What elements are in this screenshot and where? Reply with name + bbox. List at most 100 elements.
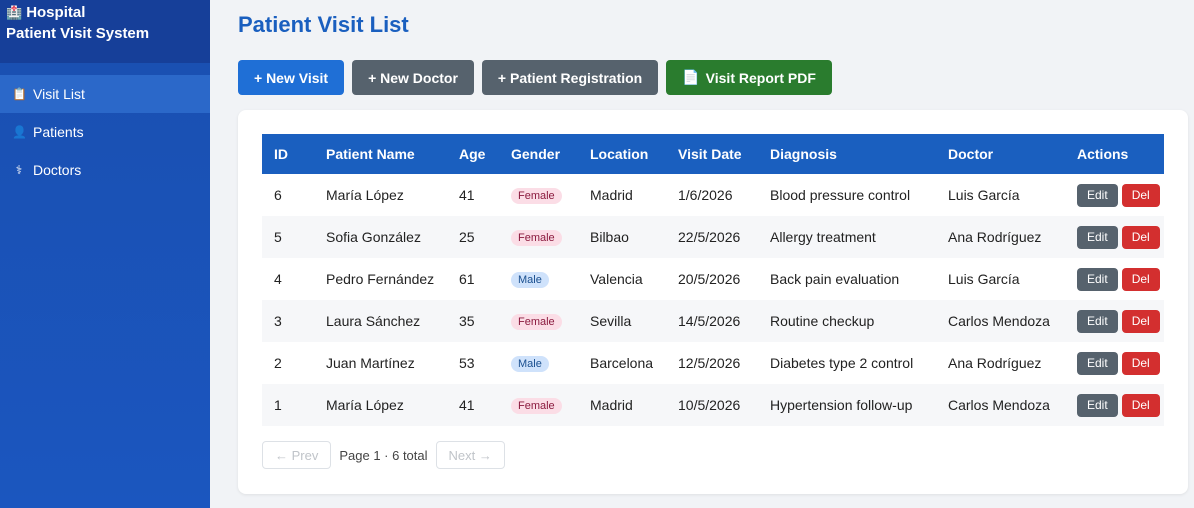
column-header-visit-date: Visit Date (678, 146, 742, 162)
clipboard-icon: 📋 (12, 87, 27, 101)
next-page-button[interactable]: Next → (435, 441, 505, 469)
cell-age: 41 (459, 187, 475, 203)
delete-button[interactable]: Del (1121, 309, 1160, 333)
visit-report-label: Visit Report PDF (705, 69, 816, 86)
cell-gender: Female (499, 384, 578, 426)
table-row: 6 María López 41 Female Madrid 1/6/2026 … (262, 174, 1164, 216)
prev-page-button[interactable]: ← Prev (262, 441, 332, 469)
column-header-diagnosis: Diagnosis (770, 146, 837, 162)
new-doctor-button[interactable]: + New Doctor (352, 60, 474, 95)
gender-badge: Female (511, 398, 562, 414)
cell-gender: Male (499, 258, 578, 300)
column-header-id: ID (274, 146, 288, 162)
sidebar-nav: 📋 Visit List 👤 Patients ⚕ Doctors (0, 75, 210, 189)
gender-badge: Male (511, 356, 549, 372)
cell-diagnosis: Back pain evaluation (770, 271, 900, 287)
cell-actions: Edit Del (1065, 174, 1164, 216)
edit-button[interactable]: Edit (1077, 393, 1118, 417)
cell-actions: Edit Del (1065, 384, 1164, 426)
gender-badge: Female (511, 230, 562, 246)
cell-visit-date: 12/5/2026 (678, 355, 741, 371)
cell-doctor: Luis García (948, 187, 1020, 203)
edit-button[interactable]: Edit (1077, 183, 1118, 207)
cell-id: 5 (274, 229, 282, 245)
sidebar-item-label: Doctors (33, 162, 82, 178)
cell-gender: Female (499, 216, 578, 258)
cell-actions: Edit Del (1065, 216, 1164, 258)
cell-diagnosis: Allergy treatment (770, 229, 876, 245)
cell-patient-name: María López (326, 187, 404, 203)
cell-age: 25 (459, 229, 475, 245)
person-icon: 👤 (12, 125, 27, 139)
cell-age: 53 (459, 355, 475, 371)
patient-registration-button[interactable]: + Patient Registration (481, 60, 659, 95)
cell-patient-name: Sofia González (326, 229, 421, 245)
hospital-icon: 🏥 (6, 5, 23, 20)
sidebar-item-patients[interactable]: 👤 Patients (0, 113, 210, 151)
column-header-age: Age (459, 146, 486, 162)
cell-age: 41 (459, 397, 475, 413)
cell-patient-name: Pedro Fernández (326, 271, 435, 287)
visit-report-pdf-button[interactable]: 📄 Visit Report PDF (666, 60, 832, 95)
doctor-icon: ⚕ (15, 163, 23, 177)
column-header-gender: Gender (511, 146, 561, 162)
brand: 🏥 Hospital Patient Visit System (0, 0, 210, 63)
cell-visit-date: 14/5/2026 (678, 313, 741, 329)
cell-location: Bilbao (590, 229, 629, 245)
cell-doctor: Carlos Mendoza (948, 397, 1050, 413)
cell-id: 3 (274, 313, 282, 329)
visit-table-card: ID Patient Name Age Gender Location Visi… (238, 110, 1188, 494)
cell-location: Madrid (590, 187, 633, 203)
cell-location: Sevilla (590, 313, 632, 329)
cell-doctor: Ana Rodríguez (948, 229, 1042, 245)
edit-button[interactable]: Edit (1077, 267, 1118, 291)
cell-diagnosis: Diabetes type 2 control (770, 355, 914, 371)
cell-patient-name: Laura Sánchez (326, 313, 421, 329)
cell-patient-name: María López (326, 397, 404, 413)
column-header-patient-name: Patient Name (326, 146, 415, 162)
delete-button[interactable]: Del (1121, 351, 1160, 375)
cell-id: 2 (274, 355, 282, 371)
cell-id: 1 (274, 397, 282, 413)
delete-button[interactable]: Del (1121, 183, 1160, 207)
visit-table: ID Patient Name Age Gender Location Visi… (262, 134, 1164, 426)
table-row: 1 María López 41 Female Madrid 10/5/2026… (262, 384, 1164, 426)
gender-badge: Male (511, 272, 549, 288)
cell-doctor: Luis García (948, 271, 1020, 287)
main-content: Patient Visit List + New Visit + New Doc… (210, 0, 1194, 508)
cell-location: Barcelona (590, 355, 654, 371)
cell-location: Madrid (590, 397, 633, 413)
column-header-doctor: Doctor (948, 146, 994, 162)
delete-button[interactable]: Del (1121, 267, 1160, 291)
cell-visit-date: 10/5/2026 (678, 397, 741, 413)
cell-gender: Female (499, 300, 578, 342)
edit-button[interactable]: Edit (1077, 225, 1118, 249)
page-title: Patient Visit List (238, 12, 409, 37)
cell-visit-date: 20/5/2026 (678, 271, 741, 287)
column-header-actions: Actions (1077, 146, 1129, 162)
new-visit-button[interactable]: + New Visit (238, 60, 345, 95)
cell-id: 6 (274, 187, 282, 203)
sidebar-item-visit-list[interactable]: 📋 Visit List (0, 75, 210, 113)
edit-button[interactable]: Edit (1077, 351, 1118, 375)
column-header-location: Location (590, 146, 649, 162)
sidebar-item-doctors[interactable]: ⚕ Doctors (0, 151, 210, 189)
sidebar: 🏥 Hospital Patient Visit System 📋 Visit L… (0, 0, 210, 508)
cell-visit-date: 22/5/2026 (678, 229, 741, 245)
action-bar: + New Visit + New Doctor + Patient Regis… (238, 60, 832, 95)
table-row: 3 Laura Sánchez 35 Female Sevilla 14/5/2… (262, 300, 1164, 342)
cell-id: 4 (274, 271, 282, 287)
sidebar-item-label: Patients (33, 124, 84, 140)
delete-button[interactable]: Del (1121, 225, 1160, 249)
cell-patient-name: Juan Martínez (326, 355, 415, 371)
edit-button[interactable]: Edit (1077, 309, 1118, 333)
cell-age: 61 (459, 271, 475, 287)
delete-button[interactable]: Del (1121, 393, 1160, 417)
cell-gender: Male (499, 342, 578, 384)
brand-subtitle: Patient Visit System (6, 25, 150, 42)
sidebar-item-label: Visit List (33, 86, 85, 102)
gender-badge: Female (511, 188, 562, 204)
cell-diagnosis: Routine checkup (770, 313, 875, 329)
table-row: 5 Sofia González 25 Female Bilbao 22/5/2… (262, 216, 1164, 258)
table-row: 2 Juan Martínez 53 Male Barcelona 12/5/2… (262, 342, 1164, 384)
